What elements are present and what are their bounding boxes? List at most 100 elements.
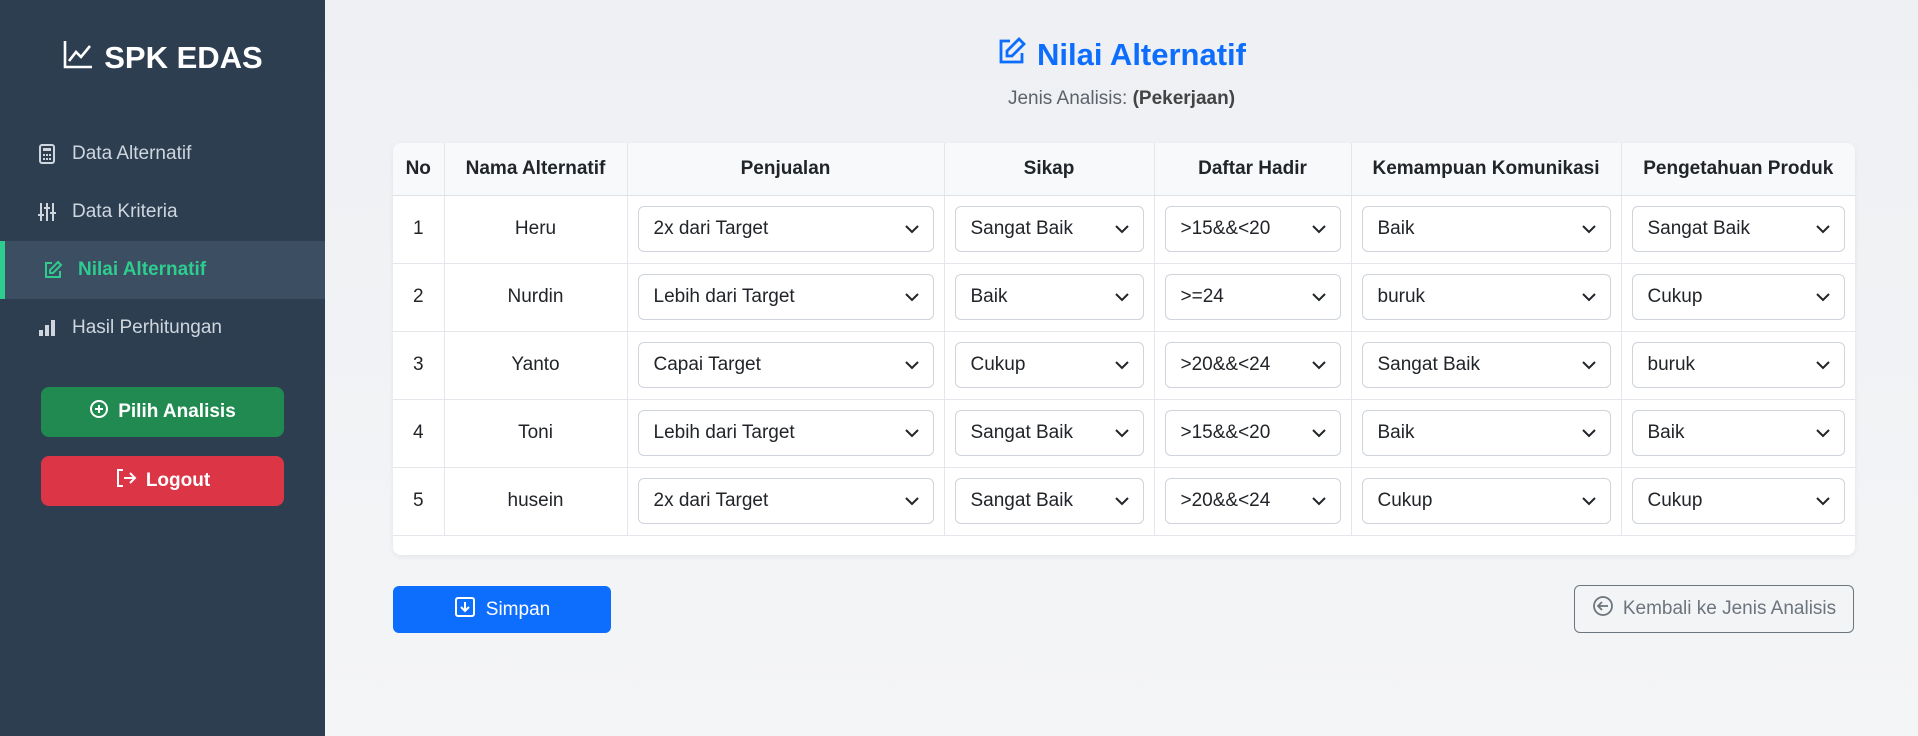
chevron-down-icon — [1114, 490, 1129, 512]
column-header: Kemampuan Komunikasi — [1351, 143, 1622, 196]
chevron-down-icon — [904, 490, 919, 512]
daftar-hadir-select[interactable]: >15&&<20 — [1164, 410, 1341, 456]
table-header-row: No Nama Alternatif Penjualan Sikap Dafta… — [393, 143, 1855, 196]
brand-title: SPK EDAS — [104, 40, 263, 75]
komunikasi-select[interactable]: Baik — [1361, 410, 1611, 456]
simpan-button[interactable]: Simpan — [393, 586, 611, 633]
chevron-down-icon — [1581, 490, 1596, 512]
chevron-down-icon — [904, 218, 919, 240]
table-row: 5 husein 2x dari Target Sangat Baik >20&&<24… — [393, 467, 1855, 536]
penjualan-select[interactable]: Lebih dari Target — [637, 410, 934, 456]
chevron-down-icon — [1581, 218, 1596, 240]
table-cell: Cukup — [1621, 467, 1855, 536]
komunikasi-select[interactable]: Baik — [1361, 206, 1611, 252]
pilih-analisis-label: Pilih Analisis — [118, 401, 236, 422]
selected-value: 2x dari Target — [653, 218, 769, 239]
pilih-analisis-button[interactable]: Pilih Analisis — [41, 387, 284, 437]
edit-icon — [42, 259, 64, 281]
chevron-down-icon — [1816, 422, 1830, 444]
selected-value: buruk — [1377, 286, 1426, 307]
sikap-select[interactable]: Sangat Baik — [954, 410, 1144, 456]
table-cell: Baik — [1351, 195, 1622, 264]
back-label: Kembali ke Jenis Analisis — [1622, 598, 1837, 619]
selected-value: Capai Target — [653, 354, 761, 375]
selected-value: >20&&<24 — [1180, 490, 1271, 511]
selected-value: Cukup — [1647, 490, 1703, 511]
subtitle-prefix: Jenis Analisis: — [1007, 88, 1128, 109]
column-header: Daftar Hadir — [1154, 143, 1352, 196]
sikap-select[interactable]: Cukup — [954, 342, 1144, 388]
chevron-down-icon — [1114, 218, 1129, 240]
selected-value: >15&&<20 — [1180, 422, 1271, 443]
selected-value: Sangat Baik — [970, 490, 1073, 511]
komunikasi-select[interactable]: Sangat Baik — [1361, 342, 1611, 388]
selected-value: Cukup — [1647, 286, 1703, 307]
chevron-down-icon — [1816, 490, 1830, 512]
chevron-down-icon — [1816, 286, 1830, 308]
sidebar-nav: Data Alternatif Data Kriteria Nilai Alte… — [0, 125, 325, 357]
pengetahuan-produk-select[interactable]: Baik — [1631, 410, 1845, 456]
nilai-table: No Nama Alternatif Penjualan Sikap Dafta… — [393, 143, 1855, 536]
selected-value: Sangat Baik — [970, 218, 1073, 239]
penjualan-select[interactable]: 2x dari Target — [637, 206, 934, 252]
chevron-down-icon — [1311, 490, 1326, 512]
sidebar-item-nilai-alternatif[interactable]: Nilai Alternatif — [0, 241, 325, 299]
penjualan-select[interactable]: Lebih dari Target — [637, 274, 934, 320]
sidebar-item-label: Nilai Alternatif — [78, 259, 207, 280]
main-content: Nilai Alternatif Jenis Analisis: (Pekerj… — [325, 0, 1918, 736]
table-cell: Sangat Baik — [1621, 195, 1855, 264]
plus-circle-icon — [89, 399, 118, 425]
logout-icon — [115, 468, 146, 494]
pengetahuan-produk-select[interactable]: Sangat Baik — [1631, 206, 1845, 252]
table-row: 4 Toni Lebih dari Target Sangat Baik >15&&<2… — [393, 399, 1855, 468]
chevron-down-icon — [1114, 286, 1129, 308]
selected-value: Cukup — [970, 354, 1026, 375]
column-header: Sikap — [944, 143, 1155, 196]
simpan-label: Simpan — [485, 598, 551, 620]
table-cell: >20&&<24 — [1154, 467, 1352, 536]
sidebar-item-hasil-perhitungan[interactable]: Hasil Perhitungan — [0, 299, 325, 357]
page-title-text: Nilai Alternatif — [1037, 37, 1246, 72]
alternative-name: Nurdin — [444, 263, 628, 332]
sikap-select[interactable]: Baik — [954, 274, 1144, 320]
table-cell: Cukup — [1351, 467, 1622, 536]
logout-button[interactable]: Logout — [41, 456, 284, 506]
daftar-hadir-select[interactable]: >20&&<24 — [1164, 478, 1341, 524]
sidebar-item-data-kriteria[interactable]: Data Kriteria — [0, 183, 325, 241]
daftar-hadir-select[interactable]: >15&&<20 — [1164, 206, 1341, 252]
penjualan-select[interactable]: Capai Target — [637, 342, 934, 388]
column-header: Pengetahuan Produk — [1621, 143, 1855, 196]
penjualan-select[interactable]: 2x dari Target — [637, 478, 934, 524]
sikap-select[interactable]: Sangat Baik — [954, 206, 1144, 252]
sidebar-item-data-alternatif[interactable]: Data Alternatif — [0, 125, 325, 183]
table-cell: >15&&<20 — [1154, 399, 1352, 468]
sikap-select[interactable]: Sangat Baik — [954, 478, 1144, 524]
daftar-hadir-select[interactable]: >=24 — [1164, 274, 1341, 320]
table-cell: Lebih dari Target — [627, 399, 945, 468]
table-cell: Cukup — [1621, 263, 1855, 332]
selected-value: >20&&<24 — [1180, 354, 1271, 375]
row-number: 3 — [393, 331, 445, 400]
table-cell: Lebih dari Target — [627, 263, 945, 332]
selected-value: Lebih dari Target — [653, 286, 795, 307]
pengetahuan-produk-select[interactable]: Cukup — [1631, 274, 1845, 320]
pengetahuan-produk-select[interactable]: Cukup — [1631, 478, 1845, 524]
chevron-down-icon — [1816, 354, 1830, 376]
row-number: 5 — [393, 467, 445, 536]
sidebar-item-label: Data Alternatif — [72, 143, 192, 164]
komunikasi-select[interactable]: Cukup — [1361, 478, 1611, 524]
selected-value: >15&&<20 — [1180, 218, 1271, 239]
selected-value: >=24 — [1180, 286, 1224, 307]
chevron-down-icon — [1311, 218, 1326, 240]
back-to-analysis-button[interactable]: Kembali ke Jenis Analisis — [1574, 585, 1854, 633]
table-row: 1 Heru 2x dari Target Sangat Baik >15&&<20 Ba… — [393, 195, 1855, 264]
row-number: 4 — [393, 399, 445, 468]
daftar-hadir-select[interactable]: >20&&<24 — [1164, 342, 1341, 388]
komunikasi-select[interactable]: buruk — [1361, 274, 1611, 320]
table-cell: 2x dari Target — [627, 467, 945, 536]
brand[interactable]: SPK EDAS — [0, 38, 325, 78]
table-cell: >=24 — [1154, 263, 1352, 332]
table-row: 3 Yanto Capai Target Cukup >20&&<24 Sangat Ba… — [393, 331, 1855, 400]
pengetahuan-produk-select[interactable]: buruk — [1631, 342, 1845, 388]
page-title: Nilai Alternatif — [325, 36, 1918, 74]
